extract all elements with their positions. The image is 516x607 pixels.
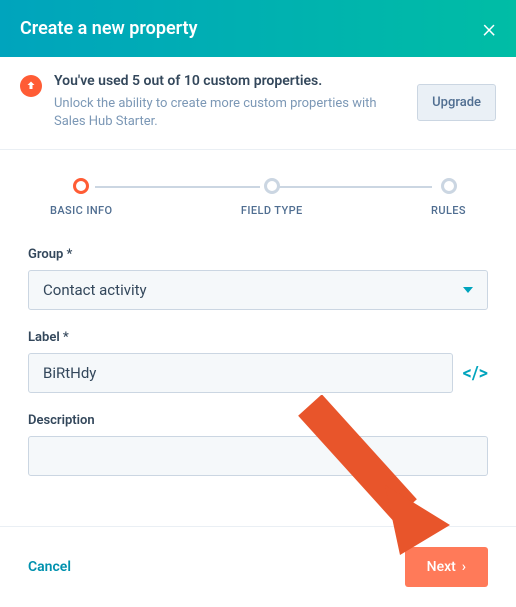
chevron-right-icon: › (462, 559, 466, 575)
step-label: FIELD TYPE (241, 204, 303, 217)
cancel-button[interactable]: Cancel (28, 559, 71, 575)
step-label: RULES (431, 204, 466, 217)
group-value: Contact activity (43, 281, 147, 299)
chevron-down-icon (463, 287, 473, 293)
description-input[interactable] (28, 436, 488, 476)
group-field: Group * Contact activity (28, 247, 488, 310)
step-field-type[interactable]: FIELD TYPE (241, 178, 303, 217)
step-circle-icon (73, 178, 89, 194)
label-input[interactable] (28, 353, 453, 393)
label-field: Label * </> (28, 330, 488, 393)
banner-subtitle: Unlock the ability to create more custom… (54, 95, 405, 131)
description-field: Description (28, 413, 488, 476)
upgrade-arrow-icon (20, 75, 42, 97)
progress-stepper: BASIC INFO FIELD TYPE RULES (0, 150, 516, 237)
close-icon[interactable]: × (482, 16, 496, 42)
usage-banner: You've used 5 out of 10 custom propertie… (0, 57, 516, 150)
step-label: BASIC INFO (50, 204, 113, 217)
description-label: Description (28, 413, 488, 428)
modal-footer: Cancel Next › (0, 526, 516, 607)
form-body: Group * Contact activity Label * </> Des… (0, 237, 516, 520)
step-circle-icon (264, 178, 280, 194)
next-label: Next (427, 559, 456, 575)
modal-title: Create a new property (20, 18, 198, 39)
upgrade-button[interactable]: Upgrade (417, 84, 496, 121)
banner-title: You've used 5 out of 10 custom propertie… (54, 73, 405, 89)
step-rules[interactable]: RULES (431, 178, 466, 217)
banner-text: You've used 5 out of 10 custom propertie… (54, 73, 405, 131)
group-select[interactable]: Contact activity (28, 270, 488, 310)
step-circle-icon (441, 178, 457, 194)
code-icon[interactable]: </> (463, 363, 488, 384)
label-label: Label * (28, 330, 488, 345)
modal-header: Create a new property × (0, 0, 516, 57)
step-basic-info[interactable]: BASIC INFO (50, 178, 113, 217)
step-connector (95, 186, 260, 188)
group-label: Group * (28, 247, 488, 262)
next-button[interactable]: Next › (405, 547, 488, 587)
